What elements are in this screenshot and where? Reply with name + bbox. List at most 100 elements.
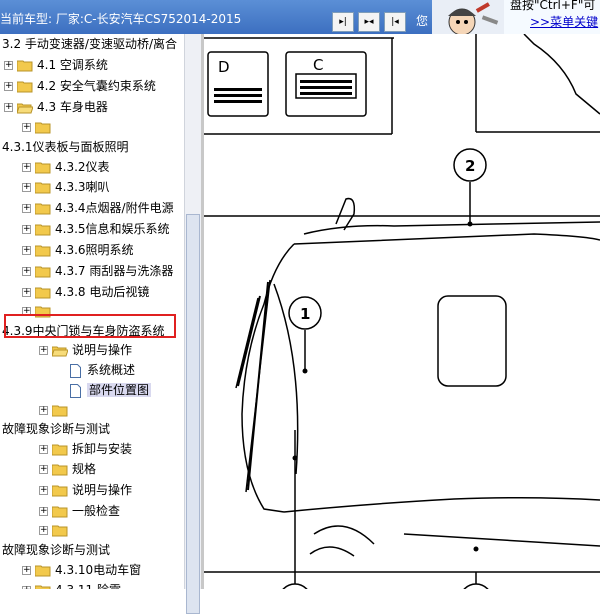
- tree-item[interactable]: +4.3.4点烟器/附件电源: [22, 198, 174, 218]
- tree-item[interactable]: +4.3.10电动车窗: [22, 560, 141, 580]
- tree-item-label: 4.3.10电动车窗: [55, 563, 142, 577]
- tree-item[interactable]: +4.3.3喇叭: [22, 177, 110, 197]
- tree-item-label: 3.2 手动变速器/变速驱动桥/离合: [2, 37, 177, 51]
- folder-icon: [17, 58, 37, 72]
- tree-item-label: 说明与操作: [72, 483, 133, 497]
- tree-item[interactable]: +4.3.6照明系统: [22, 240, 134, 260]
- tree-item[interactable]: +4.3 车身电器: [4, 97, 108, 117]
- tree-item-label: 4.1 空调系统: [37, 58, 108, 72]
- top-bar: 当前车型: 厂家:C-长安汽车CS752014-2015 ▸| ▸◂ |◂ 您 …: [0, 0, 600, 40]
- tree-item-label: 4.3.5信息和娱乐系统: [55, 222, 170, 236]
- scroll-thumb[interactable]: [186, 214, 200, 614]
- tree-item-label: 4.3.3喇叭: [55, 180, 110, 194]
- tree-item-label: 部件位置图: [87, 383, 152, 397]
- document-icon: [70, 363, 87, 378]
- tree-item-label: 4.3.7 雨刮器与洗涤器: [55, 264, 174, 278]
- tree-item-label: 拆卸与安装: [72, 442, 133, 456]
- tree-item[interactable]: + 说明与操作: [39, 480, 132, 500]
- folder-icon: [52, 462, 72, 476]
- tree-item[interactable]: +4.3.5信息和娱乐系统: [22, 219, 170, 239]
- folder-icon: [52, 442, 72, 456]
- tree-item[interactable]: 部件位置图: [70, 380, 152, 400]
- tree-item[interactable]: +4.3.8 电动后视镜: [22, 282, 149, 302]
- expand-toggle-icon[interactable]: +: [39, 406, 48, 415]
- connector-d-label: D: [218, 58, 230, 76]
- expand-toggle-icon[interactable]: +: [22, 163, 31, 172]
- folder-open-icon: [52, 343, 72, 357]
- tree-item[interactable]: +4.3.2仪表: [22, 157, 110, 177]
- tree-item[interactable]: + 规格: [39, 459, 96, 479]
- tree-item-label: 4.3.2仪表: [55, 160, 110, 174]
- tree-item[interactable]: +4.1 空调系统: [4, 55, 108, 75]
- expand-toggle-icon[interactable]: +: [22, 123, 31, 132]
- expand-toggle-icon[interactable]: +: [4, 103, 13, 112]
- hint-text: 盘按"Ctrl+F"可: [510, 0, 596, 12]
- tree-item[interactable]: +: [22, 117, 55, 137]
- tree-item-label: 说明与操作: [72, 343, 133, 357]
- expand-toggle-icon[interactable]: +: [39, 465, 48, 474]
- connector-c-label: C: [313, 56, 323, 74]
- tree-item-label: 故障现象诊断与测试: [2, 422, 111, 436]
- tree-item[interactable]: +: [39, 520, 72, 540]
- tree-item[interactable]: 故障现象诊断与测试: [2, 419, 110, 439]
- tree-item-label: 4.3.1仪表板与面板照明: [2, 140, 129, 154]
- tree-item[interactable]: + 一般检查: [39, 501, 120, 521]
- expand-toggle-icon[interactable]: +: [22, 225, 31, 234]
- tree-item[interactable]: +4.3.7 雨刮器与洗涤器: [22, 261, 173, 281]
- expand-toggle-icon[interactable]: +: [4, 82, 13, 91]
- navigation-tree: 3.2 手动变速器/变速驱动桥/离合 +4.1 空调系统 +4.2 安全气囊约束系统…: [0, 34, 184, 589]
- tree-item[interactable]: +4.3.11 除霜: [22, 580, 121, 589]
- expand-toggle-icon[interactable]: +: [4, 61, 13, 70]
- callout-1-label: 1: [300, 305, 310, 323]
- tree-item[interactable]: 系统概述: [70, 360, 135, 380]
- folder-open-icon: [17, 100, 37, 114]
- expand-toggle-icon[interactable]: +: [22, 288, 31, 297]
- clipped-text: 您: [416, 14, 429, 28]
- tree-item-label: 4.2 安全气囊约束系统: [37, 79, 156, 93]
- expand-toggle-icon[interactable]: +: [39, 486, 48, 495]
- annotation-highlight-box: [4, 314, 176, 338]
- callout-2-label: 2: [465, 157, 475, 175]
- tree-item-label: 4.3.8 电动后视镜: [55, 285, 150, 299]
- expand-toggle-icon[interactable]: +: [39, 346, 48, 355]
- tree-item-label: 4.3.11 除霜: [55, 583, 121, 589]
- tree-item-label: 系统概述: [87, 363, 136, 377]
- expand-toggle-icon[interactable]: +: [22, 267, 31, 276]
- nav-collapse-button[interactable]: ▸◂: [358, 12, 380, 32]
- vehicle-diagram-svg: D C 1 2: [204, 33, 600, 614]
- nav-last-button[interactable]: |◂: [384, 12, 406, 32]
- expand-toggle-icon[interactable]: +: [22, 183, 31, 192]
- folder-icon: [17, 79, 37, 93]
- tree-scrollbar[interactable]: [184, 34, 201, 614]
- tree-item-label: 一般检查: [72, 504, 121, 518]
- tree-item[interactable]: + 拆卸与安装: [39, 439, 132, 459]
- tree-item[interactable]: +: [39, 400, 72, 420]
- expand-toggle-icon[interactable]: +: [22, 204, 31, 213]
- folder-icon: [52, 483, 72, 497]
- folder-icon: [35, 563, 55, 577]
- folder-icon: [35, 180, 55, 194]
- document-icon: [70, 383, 87, 398]
- folder-icon: [52, 523, 72, 537]
- expand-toggle-icon[interactable]: +: [39, 507, 48, 516]
- folder-icon: [35, 201, 55, 215]
- folder-icon: [35, 264, 55, 278]
- expand-toggle-icon[interactable]: +: [39, 445, 48, 454]
- menu-keyword-link[interactable]: >>菜单关键: [530, 13, 598, 30]
- tree-item[interactable]: 4.3.1仪表板与面板照明: [2, 137, 129, 157]
- expand-toggle-icon[interactable]: +: [22, 246, 31, 255]
- tree-item[interactable]: +4.2 安全气囊约束系统: [4, 76, 156, 96]
- tree-item[interactable]: 故障现象诊断与测试: [2, 540, 110, 560]
- nav-first-button[interactable]: ▸|: [332, 12, 354, 32]
- expand-toggle-icon[interactable]: +: [22, 566, 31, 575]
- tree-item[interactable]: 3.2 手动变速器/变速驱动桥/离合: [2, 34, 177, 54]
- folder-icon: [35, 583, 55, 589]
- expand-toggle-icon[interactable]: +: [39, 526, 48, 535]
- tree-item[interactable]: + 说明与操作: [39, 340, 132, 360]
- folder-icon: [52, 403, 72, 417]
- tree-item-label: 4.3.4点烟器/附件电源: [55, 201, 174, 215]
- component-location-diagram: D C 1 2: [204, 33, 600, 614]
- folder-icon: [35, 285, 55, 299]
- folder-icon: [35, 243, 55, 257]
- folder-icon: [35, 160, 55, 174]
